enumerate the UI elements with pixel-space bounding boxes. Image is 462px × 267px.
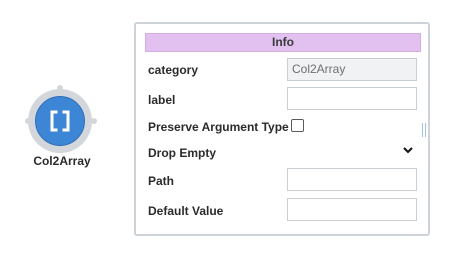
drop-empty-label: Drop Empty [148, 146, 217, 160]
brackets-icon [50, 110, 70, 132]
category-label: category [148, 63, 199, 77]
category-field: Col2Array [287, 58, 417, 81]
path-label: Path [148, 174, 175, 188]
node-label: Col2Array [33, 154, 91, 168]
drop-empty-select[interactable] [287, 141, 417, 161]
canvas: Col2Array Info category Col2Array label … [0, 0, 462, 267]
label-input[interactable] [287, 87, 417, 110]
info-panel: Info category Col2Array label Preserve A… [134, 22, 430, 236]
label-label: label [148, 93, 176, 107]
node-circle[interactable] [35, 96, 85, 146]
default-value-input[interactable] [287, 198, 417, 221]
panel-resize-handle[interactable] [422, 123, 428, 137]
chevron-down-icon [403, 147, 413, 154]
preserve-argument-type-label: Preserve Argument Type [148, 120, 289, 134]
panel-title: Info [145, 33, 421, 52]
default-value-label: Default Value [148, 204, 224, 218]
col2array-node[interactable] [25, 85, 97, 155]
path-input[interactable] [287, 168, 417, 191]
preserve-argument-type-checkbox[interactable] [291, 119, 304, 132]
